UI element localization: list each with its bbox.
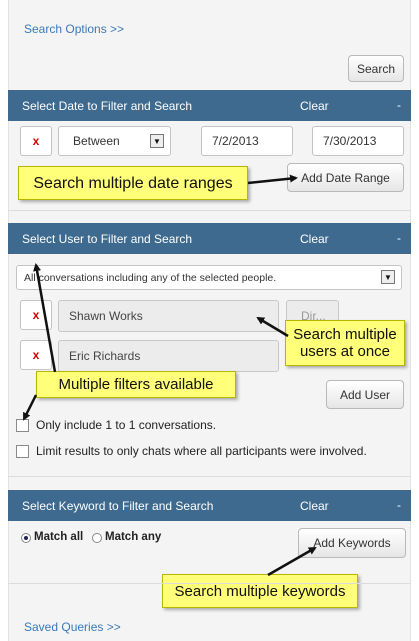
date-remove-button[interactable]: x <box>20 126 52 156</box>
date-section-title: Select Date to Filter and Search <box>22 99 193 113</box>
search-button[interactable]: Search <box>348 55 404 82</box>
match-any-radio[interactable] <box>92 533 102 543</box>
match-all-radio[interactable] <box>21 533 31 543</box>
add-user-button[interactable]: Add User <box>326 380 404 409</box>
all-participants-label: Limit results to only chats where all pa… <box>36 444 367 458</box>
callout-date-ranges: Search multiple date ranges <box>18 166 248 200</box>
keyword-collapse-icon[interactable]: - <box>397 498 401 512</box>
divider <box>8 583 411 584</box>
end-date-input[interactable]: 7/30/2013 <box>312 126 404 156</box>
add-date-range-button[interactable]: Add Date Range <box>287 163 404 192</box>
user-clear-link[interactable]: Clear <box>300 232 329 246</box>
keyword-clear-link[interactable]: Clear <box>300 499 329 513</box>
callout-users-line2: users at once <box>299 343 391 360</box>
user-name-field[interactable]: Eric Richards <box>58 340 279 372</box>
conversation-scope-value: All conversations including any of the s… <box>24 271 277 284</box>
divider <box>8 210 411 211</box>
keyword-section-header: Select Keyword to Filter and Search Clea… <box>8 490 411 521</box>
all-participants-checkbox[interactable] <box>16 445 29 458</box>
date-section-header: Select Date to Filter and Search Clear - <box>8 90 411 121</box>
callout-multiple-filters: Multiple filters available <box>36 371 236 398</box>
date-clear-link[interactable]: Clear <box>300 99 329 113</box>
date-operator-select[interactable]: Between ▼ <box>58 126 171 156</box>
search-options-link[interactable]: Search Options >> <box>24 22 124 36</box>
match-any-label: Match any <box>105 531 162 543</box>
date-collapse-icon[interactable]: - <box>397 98 401 112</box>
one-to-one-label: Only include 1 to 1 conversations. <box>36 418 217 432</box>
add-keywords-button[interactable]: Add Keywords <box>298 528 406 558</box>
keyword-section-title: Select Keyword to Filter and Search <box>22 499 214 513</box>
divider <box>8 476 411 477</box>
callout-multiple-keywords: Search multiple keywords <box>162 574 358 608</box>
user-name-field[interactable]: Shawn Works <box>58 300 279 332</box>
saved-queries-link[interactable]: Saved Queries >> <box>24 620 121 634</box>
chevron-down-icon: ▼ <box>150 134 164 148</box>
user-collapse-icon[interactable]: - <box>397 231 401 245</box>
user-section-title: Select User to Filter and Search <box>22 232 193 246</box>
conversation-scope-select[interactable]: All conversations including any of the s… <box>16 265 402 290</box>
date-operator-value: Between <box>73 134 120 148</box>
match-all-label: Match all <box>34 531 84 543</box>
one-to-one-checkbox[interactable] <box>16 419 29 432</box>
chevron-down-icon: ▼ <box>381 270 395 284</box>
user-section-header: Select User to Filter and Search Clear - <box>8 223 411 254</box>
callout-multiple-users: Search multiple users at once <box>285 320 405 366</box>
user-remove-button[interactable]: x <box>20 340 52 370</box>
user-remove-button[interactable]: x <box>20 300 52 330</box>
start-date-input[interactable]: 7/2/2013 <box>201 126 293 156</box>
callout-users-line1: Search multiple <box>293 326 397 343</box>
